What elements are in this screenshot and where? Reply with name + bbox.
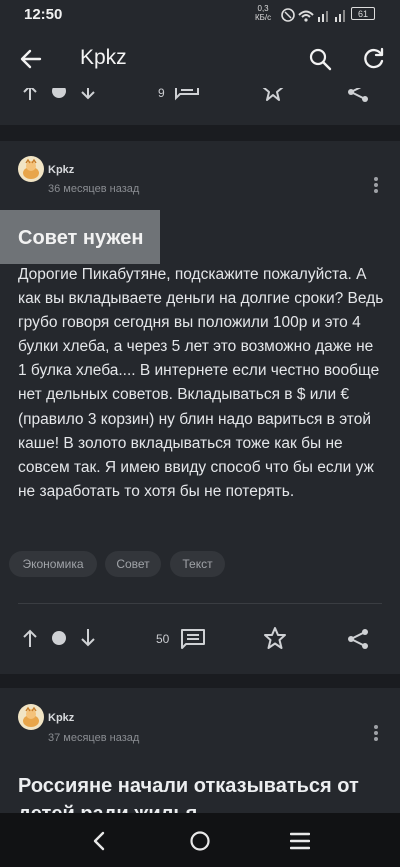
network-speed-value: 0,3: [257, 4, 269, 13]
share-icon[interactable]: [346, 88, 370, 102]
status-bar: 12:50 0,3 КБ/с 61: [0, 0, 400, 30]
network-speed: 0,3 КБ/с: [255, 4, 271, 22]
post-title: Совет нужен: [18, 227, 144, 249]
comments-icon[interactable]: [180, 628, 206, 650]
prev-post-card: 9: [0, 88, 400, 125]
avatar-image: [23, 706, 39, 727]
app-bar: Kpkz: [0, 30, 400, 88]
battery-icon: 61: [351, 7, 375, 20]
home-icon[interactable]: [189, 830, 211, 852]
comment-count: 50: [156, 632, 170, 646]
status-icons: [281, 8, 345, 22]
post-title-box[interactable]: Совет нужен: [0, 210, 160, 264]
author-name[interactable]: Kpkz: [48, 712, 74, 724]
search-icon[interactable]: [308, 47, 332, 71]
rating-dot: [52, 88, 66, 98]
divider: [18, 603, 382, 604]
avatar[interactable]: [18, 704, 44, 730]
nfc-icon-slash: [284, 11, 292, 19]
more-options-icon[interactable]: [372, 176, 380, 194]
back-arrow-icon[interactable]: [20, 48, 42, 70]
signal-icon: [318, 17, 320, 22]
refresh-icon[interactable]: [362, 47, 386, 71]
comment-count: 9: [158, 88, 165, 100]
menu-icon[interactable]: [290, 832, 310, 850]
network-speed-unit: КБ/с: [255, 13, 272, 22]
upvote-icon[interactable]: [22, 629, 38, 647]
rating-dot: [52, 631, 66, 645]
downvote-icon[interactable]: [80, 629, 96, 647]
bookmark-star-icon[interactable]: [263, 627, 287, 650]
tag-economy[interactable]: Экономика: [9, 551, 97, 577]
bookmark-star-icon[interactable]: [261, 88, 285, 102]
tag-advice[interactable]: Совет: [105, 551, 161, 577]
page-title: Kpkz: [80, 46, 127, 69]
comments-icon[interactable]: [174, 88, 200, 102]
post-time: 36 месяцев назад: [48, 183, 140, 195]
share-icon[interactable]: [346, 628, 370, 650]
author-name[interactable]: Kpkz: [48, 164, 74, 176]
tag-text[interactable]: Текст: [170, 551, 225, 577]
system-nav-bar: [0, 813, 400, 867]
post-body: Дорогие Пикабутяне, подскажите пожалуйст…: [18, 266, 384, 500]
back-icon[interactable]: [92, 831, 106, 851]
downvote-icon[interactable]: [80, 88, 96, 100]
upvote-icon[interactable]: [22, 88, 38, 100]
avatar-image: [23, 158, 39, 179]
more-options-icon[interactable]: [372, 724, 380, 742]
status-time: 12:50: [24, 6, 63, 23]
avatar[interactable]: [18, 156, 44, 182]
signal-icon-2: [335, 17, 337, 22]
post-time: 37 месяцев назад: [48, 732, 140, 744]
